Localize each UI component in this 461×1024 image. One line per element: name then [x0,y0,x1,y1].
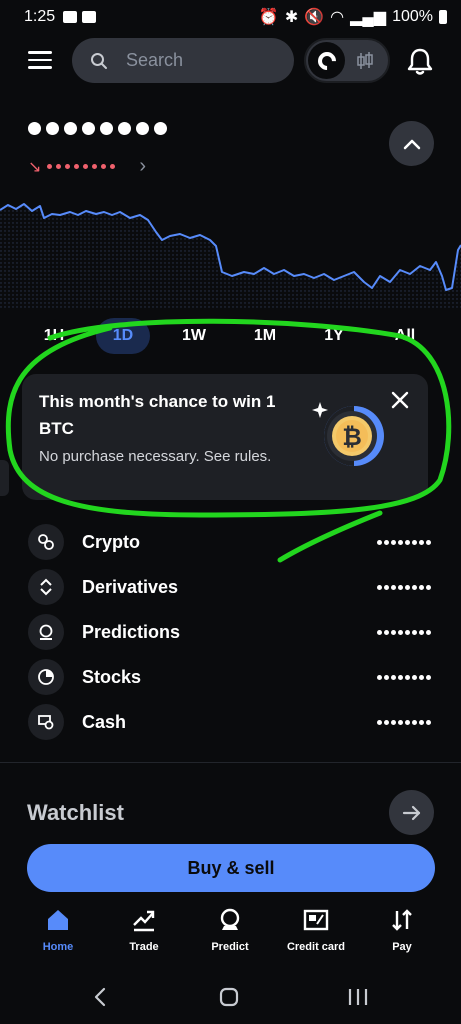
watchlist-button[interactable] [389,790,434,835]
home-nav-icon[interactable] [219,987,239,1007]
range-1d[interactable]: 1D [96,318,150,354]
folder-icon [63,11,78,23]
search-placeholder: Search [126,50,184,70]
mute-icon: 🔇 [304,9,325,26]
crypto-icon [28,524,64,560]
hidden-value [377,585,431,590]
gallery-icon [82,11,97,23]
time-range-selector: 1H 1D 1W 1M 1Y All [0,318,461,354]
back-icon[interactable] [94,987,106,1007]
tab-pay[interactable]: Pay [362,905,442,953]
tab-trade[interactable]: Trade [104,905,184,953]
pay-icon [392,909,412,931]
range-all[interactable]: All [384,318,426,354]
promo-card[interactable]: This month's chance to win 1 BTC No purc… [22,374,428,500]
tab-home[interactable]: Home [18,905,98,953]
down-arrow-icon: ↘ [28,158,42,176]
list-item-crypto[interactable]: Crypto [0,520,461,565]
portfolio-chart[interactable] [0,190,461,310]
alarm-icon: ⏰ [258,9,279,26]
tab-label: Trade [129,941,159,953]
bell-icon[interactable] [406,46,434,76]
tab-credit-card[interactable]: Credit card [276,905,356,953]
tab-predict[interactable]: Predict [190,905,270,953]
candlestick-icon [357,52,373,69]
cash-icon [28,704,64,740]
promo-title: This month's chance to win 1 BTC [39,392,276,438]
list-item-cash[interactable]: Cash [0,700,461,745]
battery-icon [439,10,447,24]
tab-label: Home [42,941,74,953]
hidden-balance [28,122,167,135]
predictions-icon [28,614,64,650]
bluetooth-icon: ✱ [284,9,299,26]
signal-icon: ▂▄▆ [350,9,387,26]
predict-icon [220,908,240,930]
system-nav-bar [94,987,368,1007]
tab-label: Pay [392,941,412,953]
status-bar: 1:25 ⏰ ✱ 🔇 ◠ ▂▄▆ 100% [0,0,461,34]
menu-icon[interactable] [28,51,52,71]
recents-icon[interactable] [348,989,368,1005]
coinbase-logo-icon [308,42,345,79]
asset-label: Derivatives [82,577,179,597]
trade-icon [133,910,155,932]
derivatives-icon [28,569,64,605]
buy-sell-button[interactable]: Buy & sell [27,844,435,892]
list-item-stocks[interactable]: Stocks [0,655,461,700]
search-icon [91,52,107,69]
status-time: 1:25 [24,8,56,25]
tab-label: Predict [211,941,249,953]
home-icon [48,910,68,930]
divider [0,762,461,763]
hidden-value [377,630,431,635]
range-1m[interactable]: 1M [242,318,288,354]
list-item-predictions[interactable]: Predictions [0,610,461,655]
asset-label: Predictions [82,622,181,642]
mode-toggle[interactable] [304,38,390,83]
credit-card-icon [303,909,329,931]
hidden-value [377,720,431,725]
watchlist-title: Watchlist [27,800,124,825]
range-1h[interactable]: 1H [34,318,74,354]
asset-label: Crypto [82,532,140,552]
battery-level: 100% [392,8,433,25]
svg-text:₿: ₿ [342,423,362,451]
chevron-right-icon: › [139,155,147,177]
hidden-value [377,675,431,680]
list-item-derivatives[interactable]: Derivatives [0,565,461,610]
promo-subtitle: No purchase necessary. See rules. [39,448,272,465]
tab-label: Credit card [286,941,346,953]
arrow-right-icon [402,805,420,820]
stocks-icon [28,659,64,695]
range-1w[interactable]: 1W [172,318,216,354]
system-icons: ⏰ ✱ 🔇 ◠ ▂▄▆ 100% [259,7,447,27]
asset-label: Cash [82,712,127,732]
chevron-up-icon [403,139,420,149]
close-icon[interactable] [390,390,410,410]
bottom-tab-bar: Home Trade Predict Credit card Pay [0,905,461,965]
top-bar: Search [0,38,461,84]
hidden-change[interactable]: ↘ › [28,155,146,178]
notification-icons [63,11,97,23]
hidden-value [377,540,431,545]
wifi-icon: ◠ [330,9,345,26]
search-bar[interactable]: Search [72,38,294,83]
bitcoin-coin-icon: ₿ [312,402,384,466]
collapse-button[interactable] [389,121,434,166]
hidden-change-value [47,164,116,169]
asset-label: Stocks [82,667,142,687]
range-1y[interactable]: 1Y [314,318,354,354]
previous-card-peek[interactable] [0,460,9,496]
